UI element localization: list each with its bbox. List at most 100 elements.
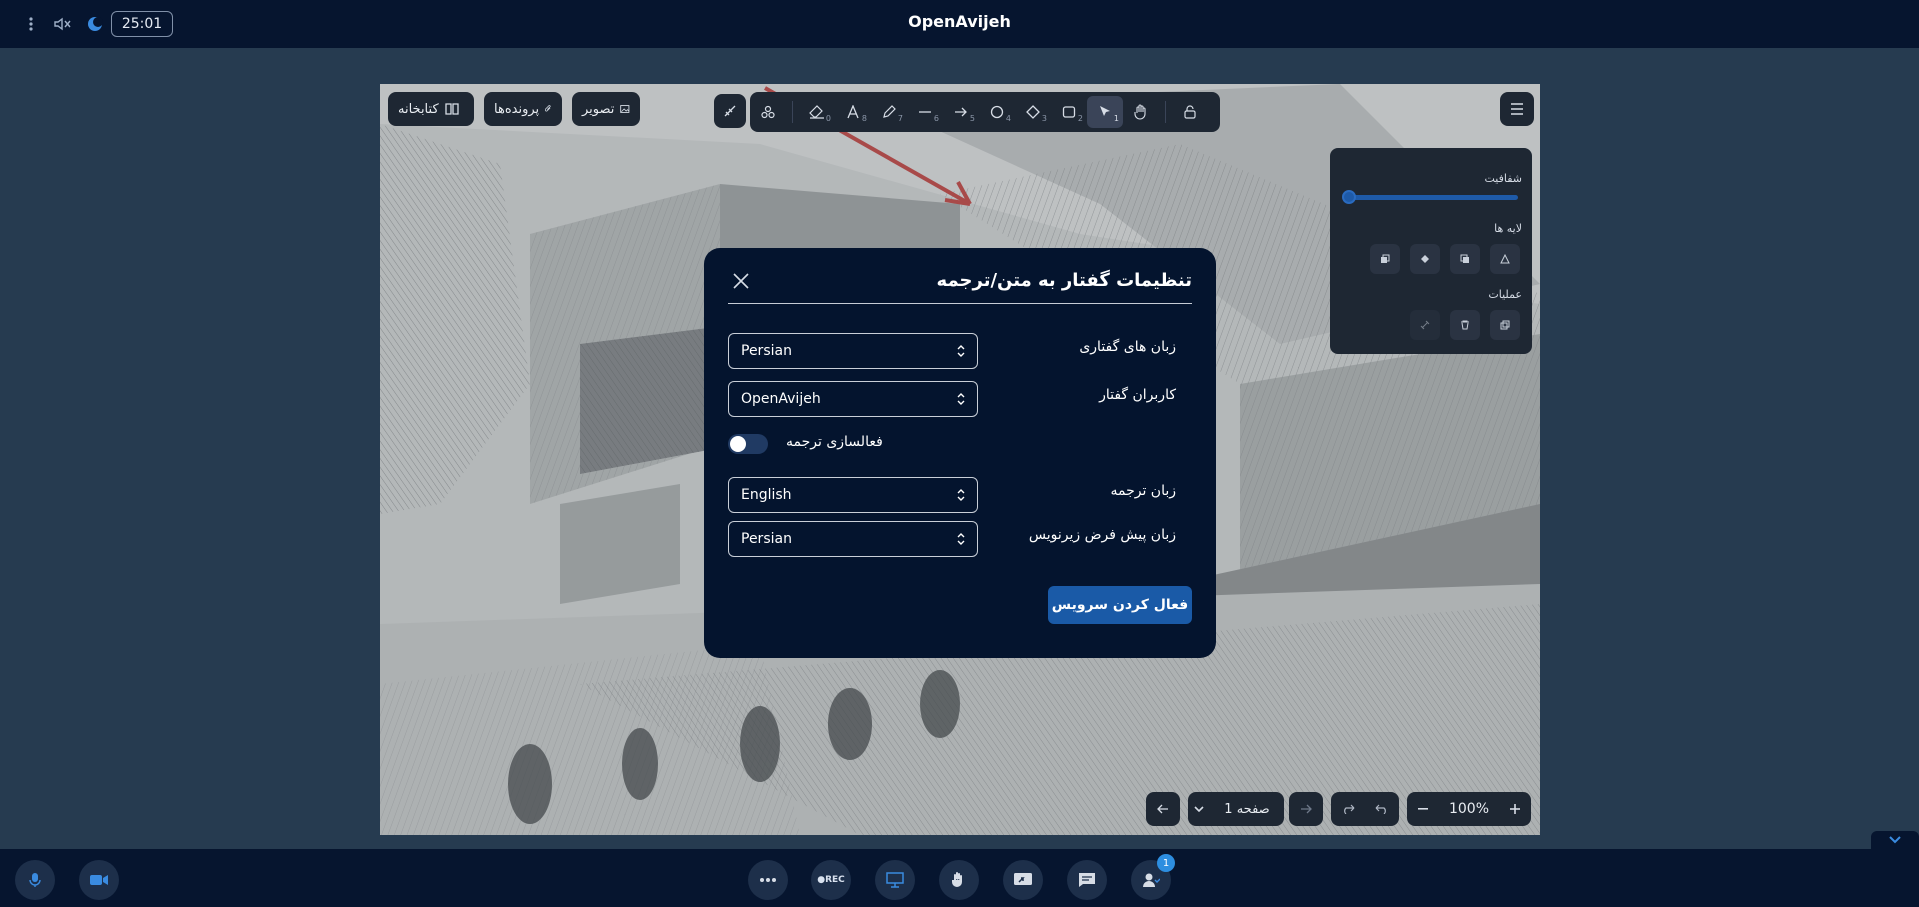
share-screen-button[interactable] <box>1003 860 1043 900</box>
select-tool[interactable]: 1 <box>1087 96 1123 128</box>
line-icon <box>919 111 931 113</box>
actions-label: عملیات <box>1488 288 1522 301</box>
text-tool[interactable]: 8 <box>835 96 871 128</box>
default-subtitle-label: زبان پیش فرض زیرنویس <box>1028 527 1176 543</box>
duplicate-button[interactable] <box>1490 310 1520 340</box>
history-controls <box>1331 792 1399 826</box>
diamond-tool[interactable]: 3 <box>1015 96 1051 128</box>
text-shortcut: 8 <box>861 114 867 123</box>
shapes-icon <box>761 105 775 119</box>
opacity-label: شفافیت <box>1484 172 1522 185</box>
raise-hand-button[interactable] <box>939 860 979 900</box>
translation-language-select[interactable]: English <box>728 477 978 513</box>
link-icon <box>1420 320 1430 330</box>
lock-tool[interactable] <box>1172 96 1208 128</box>
bring-front-icon <box>1500 254 1510 264</box>
bottom-bar: ●REC 1 <box>0 849 1919 907</box>
arrow-left-icon <box>1157 804 1168 814</box>
duplicate-icon <box>1500 320 1510 330</box>
send-back-icon <box>1381 254 1390 263</box>
line-tool[interactable]: 6 <box>907 96 943 128</box>
collapse-bottom-button[interactable] <box>1871 831 1919 849</box>
line-shortcut: 6 <box>933 114 939 123</box>
spoken-languages-select[interactable]: Persian <box>728 333 978 369</box>
eraser-icon <box>809 105 824 119</box>
image-icon <box>620 105 630 113</box>
share-screen-icon <box>1014 873 1032 885</box>
spoken-languages-value: Persian <box>741 343 792 359</box>
toggle-knob <box>730 436 746 452</box>
translation-toggle[interactable] <box>728 434 768 454</box>
properties-panel: شفافیت لایه ها عملیات <box>1330 148 1532 354</box>
hand-icon <box>1134 104 1146 120</box>
next-page-button[interactable] <box>1289 792 1323 826</box>
zoom-out-button[interactable] <box>1407 792 1439 826</box>
paperclip-icon <box>545 105 551 112</box>
participants-button[interactable]: 1 <box>1131 854 1175 900</box>
send-to-back-button[interactable] <box>1370 244 1400 274</box>
chat-button[interactable] <box>1067 860 1107 900</box>
diamond-icon <box>1026 105 1040 119</box>
more-horizontal-icon <box>760 878 776 882</box>
rectangle-icon <box>1062 106 1076 118</box>
minus-icon <box>1418 808 1428 810</box>
select-arrows-icon <box>957 393 965 405</box>
record-button[interactable]: ●REC <box>811 860 851 900</box>
pencil-tool[interactable]: 7 <box>871 96 907 128</box>
text-icon <box>847 105 859 119</box>
bring-forward-button[interactable] <box>1450 244 1480 274</box>
rectangle-tool[interactable]: 2 <box>1051 96 1087 128</box>
zoom-controls: 100% <box>1407 792 1531 826</box>
files-label: پرونده‌ها <box>494 101 540 117</box>
opacity-slider-knob[interactable] <box>1342 190 1356 204</box>
previous-page-button[interactable] <box>1146 792 1180 826</box>
presentation-icon <box>886 872 904 888</box>
send-backward-button[interactable] <box>1410 244 1440 274</box>
default-subtitle-select[interactable]: Persian <box>728 521 978 557</box>
close-button[interactable] <box>728 268 754 294</box>
arrow-shortcut: 5 <box>969 114 975 123</box>
drawing-toolbar: 0 8 7 6 5 4 3 2 1 <box>750 92 1220 132</box>
zoom-in-button[interactable] <box>1499 792 1531 826</box>
redo-button[interactable] <box>1331 792 1365 826</box>
library-button[interactable]: کتابخانه <box>388 92 474 126</box>
board-menu-button[interactable] <box>1500 92 1534 126</box>
cursor-icon <box>1100 106 1110 116</box>
speech-to-text-settings-dialog: تنظیمات گفتار به متن/ترجمه زبان های گفتا… <box>704 248 1216 658</box>
plus-icon <box>1510 804 1520 814</box>
arrow-right-icon <box>955 107 967 117</box>
delete-button[interactable] <box>1450 310 1480 340</box>
laser-pointer-button[interactable] <box>714 94 746 128</box>
bring-to-front-button[interactable] <box>1490 244 1520 274</box>
undo-button[interactable] <box>1365 792 1399 826</box>
image-label: تصویر <box>582 101 615 117</box>
opacity-slider[interactable] <box>1348 195 1518 200</box>
camera-button[interactable] <box>79 860 119 900</box>
link-button[interactable] <box>1410 310 1440 340</box>
top-bar: 25:01 OpenAvijeh <box>0 0 1919 48</box>
whiteboard-button[interactable] <box>875 860 915 900</box>
translation-toggle-label: فعالسازی ترجمه <box>786 434 883 450</box>
hamburger-icon <box>1511 103 1523 115</box>
default-subtitle-value: Persian <box>741 531 792 547</box>
zoom-level[interactable]: 100% <box>1439 792 1499 826</box>
select-arrows-icon <box>957 489 965 501</box>
activate-service-button[interactable]: فعال کردن سرویس <box>1048 586 1192 624</box>
speaker-users-select[interactable]: OpenAvijeh <box>728 381 978 417</box>
page-selector[interactable]: صفحه 1 <box>1188 792 1284 826</box>
pencil-shortcut: 7 <box>897 114 903 123</box>
laser-icon <box>724 105 736 117</box>
video-camera-icon <box>90 875 108 885</box>
bring-forward-icon <box>1460 254 1469 263</box>
title-divider <box>728 303 1192 304</box>
files-button[interactable]: پرونده‌ها <box>484 92 562 126</box>
hand-tool[interactable] <box>1123 96 1159 128</box>
eraser-tool[interactable]: 0 <box>799 96 835 128</box>
ellipse-tool[interactable]: 4 <box>979 96 1015 128</box>
more-options-button[interactable] <box>748 860 788 900</box>
select-arrows-icon <box>957 345 965 357</box>
image-button[interactable]: تصویر <box>572 92 640 126</box>
microphone-button[interactable] <box>15 860 55 900</box>
arrow-tool[interactable]: 5 <box>943 96 979 128</box>
shapes-menu-button[interactable] <box>750 96 786 128</box>
